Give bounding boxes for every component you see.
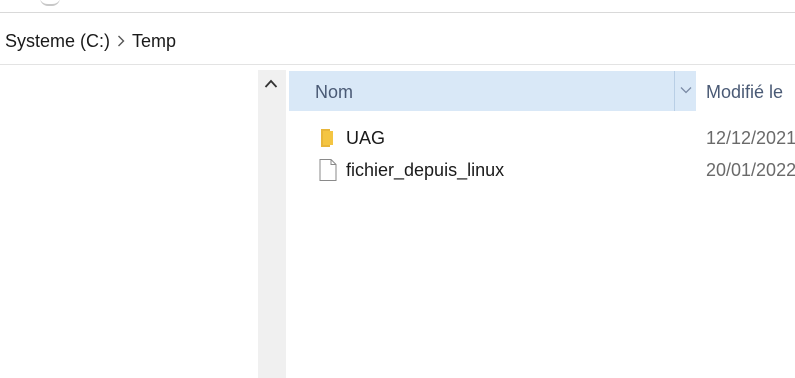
file-modified: 20/01/2022 [706, 160, 795, 180]
file-list[interactable]: Nom Modifié le UAG 12/12/2021 fichier_de… [287, 65, 795, 378]
scroll-up-button[interactable] [258, 70, 286, 100]
navigation-scrollbar[interactable] [258, 70, 286, 378]
file-icon [318, 158, 338, 182]
ribbon-fragment [40, 0, 60, 6]
breadcrumb-temp[interactable]: Temp [132, 18, 176, 64]
navigation-pane[interactable] [0, 65, 258, 378]
address-bar[interactable]: Systeme (C:) Temp [0, 18, 795, 65]
file-modified: 12/12/2021 [706, 128, 795, 148]
column-sort-dropdown[interactable] [674, 71, 697, 111]
folder-icon [318, 126, 338, 150]
column-header-modified-label: Modifié le [706, 82, 784, 102]
list-item[interactable]: fichier_depuis_linux 20/01/2022 [287, 154, 795, 186]
column-header-name[interactable]: Nom [289, 71, 696, 111]
ribbon-edge [0, 0, 795, 13]
file-name: UAG [346, 128, 386, 148]
column-header-name-label: Nom [315, 82, 354, 102]
chevron-down-icon [680, 87, 692, 94]
chevron-up-icon [264, 79, 278, 88]
file-name: fichier_depuis_linux [346, 160, 505, 180]
column-header-modified[interactable]: Modifié le [706, 71, 795, 111]
list-item[interactable]: UAG 12/12/2021 [287, 122, 795, 154]
chevron-right-icon[interactable] [110, 18, 132, 64]
breadcrumb-systeme[interactable]: Systeme (C:) [0, 18, 110, 64]
